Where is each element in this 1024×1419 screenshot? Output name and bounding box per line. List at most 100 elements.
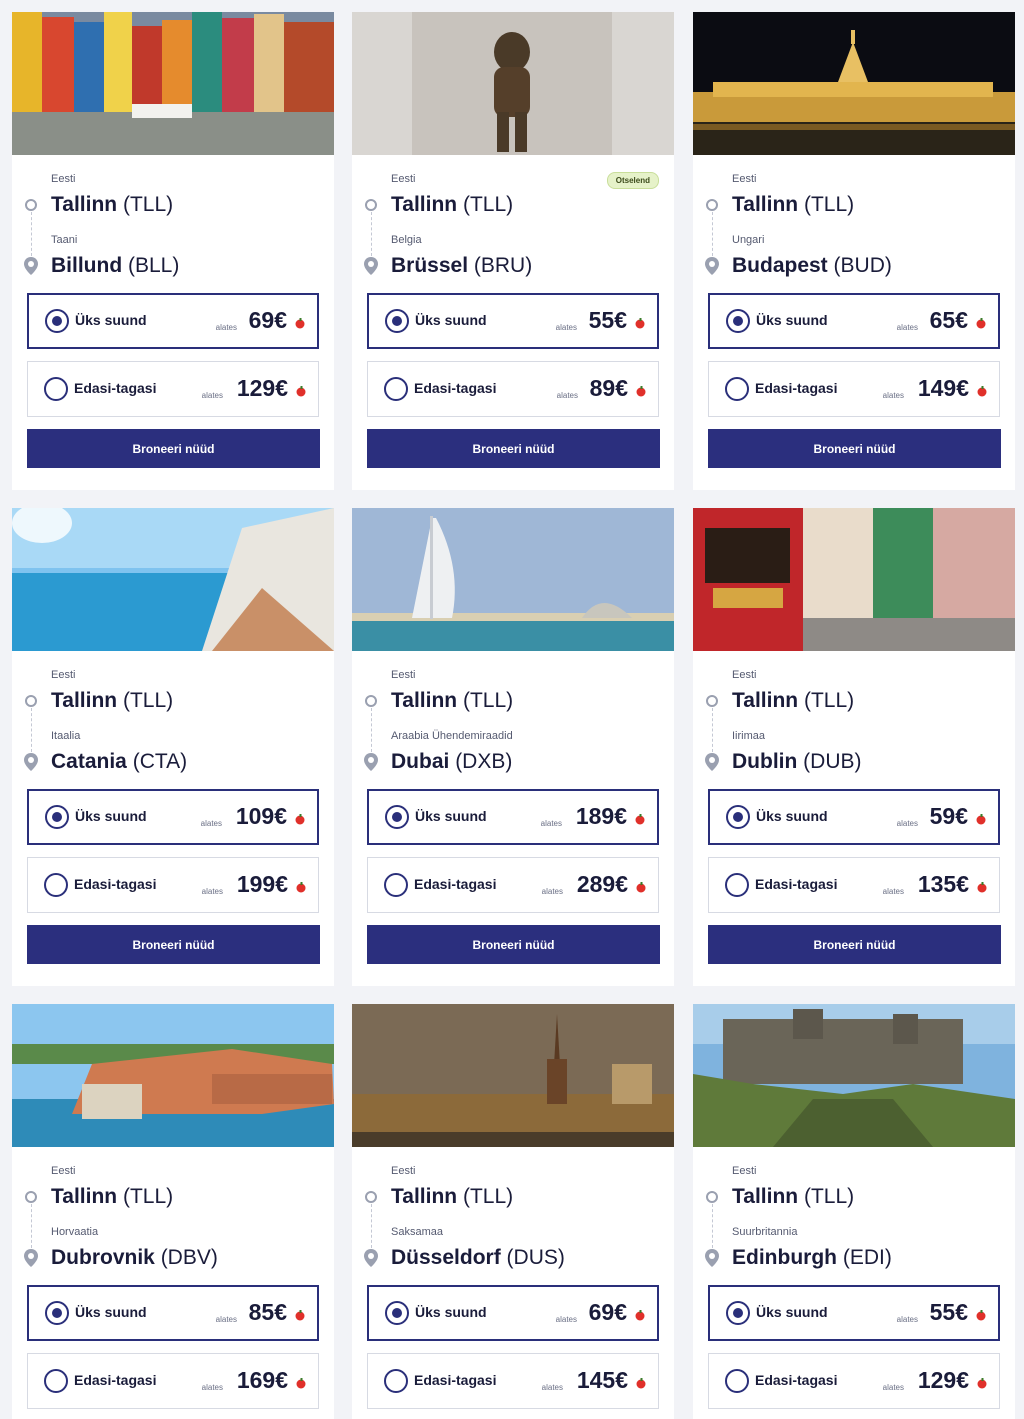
radio-unselected-icon[interactable] — [725, 1369, 749, 1393]
destination-city: Billund (BLL) — [51, 254, 180, 277]
apple-icon — [295, 814, 305, 825]
radio-unselected-icon[interactable] — [384, 873, 408, 897]
radio-unselected-icon[interactable] — [725, 377, 749, 401]
route-info: Eesti Tallinn (TLL) Araabia Ühendemiraad… — [352, 651, 674, 786]
book-now-button[interactable]: Broneeri nüüd — [367, 925, 660, 964]
book-now-button[interactable]: Broneeri nüüd — [367, 429, 660, 468]
round-trip-label: Edasi-tagasi — [414, 876, 497, 892]
location-pin-icon — [705, 1249, 719, 1267]
radio-selected-icon[interactable] — [45, 309, 69, 333]
destination-photo — [693, 1004, 1015, 1147]
route-info: Eesti Tallinn (TLL) Ungari Budapest (BUD… — [693, 155, 1015, 290]
apple-icon — [296, 882, 306, 893]
book-now-button[interactable]: Broneeri nüüd — [27, 925, 320, 964]
destination-country: Suurbritannia — [732, 1226, 798, 1238]
destination-card: Eesti Otselend Tallinn (TLL) Belgia Brüs… — [352, 12, 674, 490]
origin-dot-icon — [25, 695, 37, 707]
one-way-price: 69€ — [588, 1299, 627, 1325]
destination-photo — [693, 12, 1015, 155]
round-trip-option[interactable]: Edasi-tagasi alates 135€ — [708, 857, 1000, 913]
route-dashed-line — [712, 708, 713, 752]
origin-dot-icon — [365, 1191, 377, 1203]
route-info: Eesti Tallinn (TLL) Suurbritannia Edinbu… — [693, 1147, 1015, 1282]
destination-city: Dubai (DXB) — [391, 750, 513, 773]
radio-selected-icon[interactable] — [385, 1301, 409, 1325]
route-info: Eesti Tallinn (TLL) Taani Billund (BLL) — [12, 155, 334, 290]
destination-card: Eesti Tallinn (TLL) Araabia Ühendemiraad… — [352, 508, 674, 986]
route-info: Eesti Tallinn (TLL) Iirimaa Dublin (DUB) — [693, 651, 1015, 786]
one-way-option[interactable]: Üks suund alates 55€ — [367, 293, 659, 349]
from-label: alates — [201, 391, 223, 400]
radio-unselected-icon[interactable] — [384, 1369, 408, 1393]
round-trip-label: Edasi-tagasi — [414, 380, 497, 396]
radio-selected-icon[interactable] — [385, 309, 409, 333]
round-trip-label: Edasi-tagasi — [74, 1372, 157, 1388]
round-trip-option[interactable]: Edasi-tagasi alates 149€ — [708, 361, 1000, 417]
origin-city: Tallinn (TLL) — [732, 193, 855, 216]
apple-icon — [296, 386, 306, 397]
one-way-option[interactable]: Üks suund alates 69€ — [27, 293, 319, 349]
origin-city: Tallinn (TLL) — [732, 1185, 855, 1208]
round-trip-label: Edasi-tagasi — [755, 380, 838, 396]
apple-icon — [295, 318, 305, 329]
radio-unselected-icon[interactable] — [44, 377, 68, 401]
radio-selected-icon[interactable] — [726, 1301, 750, 1325]
destination-card: Eesti Tallinn (TLL) Iirimaa Dublin (DUB)… — [693, 508, 1015, 986]
book-now-button[interactable]: Broneeri nüüd — [27, 429, 320, 468]
round-trip-option[interactable]: Edasi-tagasi alates 129€ — [708, 1353, 1000, 1409]
origin-country: Eesti — [51, 1165, 76, 1177]
radio-unselected-icon[interactable] — [384, 377, 408, 401]
round-trip-label: Edasi-tagasi — [74, 876, 157, 892]
radio-selected-icon[interactable] — [726, 309, 750, 333]
one-way-option[interactable]: Üks suund alates 69€ — [367, 1285, 659, 1341]
origin-country: Eesti — [51, 669, 76, 681]
apple-icon — [636, 882, 646, 893]
destination-country: Iirimaa — [732, 730, 766, 742]
one-way-option[interactable]: Üks suund alates 109€ — [27, 789, 319, 845]
apple-icon — [976, 814, 986, 825]
one-way-label: Üks suund — [756, 312, 828, 328]
from-label: alates — [896, 323, 918, 332]
origin-dot-icon — [365, 695, 377, 707]
destination-photo — [693, 508, 1015, 651]
route-info: Eesti Tallinn (TLL) Itaalia Catania (CTA… — [12, 651, 334, 786]
round-trip-option[interactable]: Edasi-tagasi alates 199€ — [27, 857, 319, 913]
one-way-label: Üks suund — [75, 312, 147, 328]
radio-selected-icon[interactable] — [45, 1301, 69, 1325]
from-label: alates — [200, 819, 222, 828]
book-now-button[interactable]: Broneeri nüüd — [708, 925, 1001, 964]
location-pin-icon — [705, 753, 719, 771]
direct-flight-badge: Otselend — [606, 172, 659, 189]
origin-country: Eesti — [732, 669, 757, 681]
one-way-option[interactable]: Üks suund alates 189€ — [367, 789, 659, 845]
round-trip-option[interactable]: Edasi-tagasi alates 289€ — [367, 857, 659, 913]
round-trip-option[interactable]: Edasi-tagasi alates 145€ — [367, 1353, 659, 1409]
round-trip-option[interactable]: Edasi-tagasi alates 89€ — [367, 361, 659, 417]
radio-selected-icon[interactable] — [385, 805, 409, 829]
origin-city: Tallinn (TLL) — [51, 689, 174, 712]
radio-unselected-icon[interactable] — [44, 1369, 68, 1393]
location-pin-icon — [705, 257, 719, 275]
one-way-option[interactable]: Üks suund alates 65€ — [708, 293, 1000, 349]
radio-unselected-icon[interactable] — [725, 873, 749, 897]
origin-city: Tallinn (TLL) — [51, 193, 174, 216]
radio-selected-icon[interactable] — [726, 805, 750, 829]
origin-city: Tallinn (TLL) — [51, 1185, 174, 1208]
round-trip-option[interactable]: Edasi-tagasi alates 169€ — [27, 1353, 319, 1409]
one-way-label: Üks suund — [415, 808, 487, 824]
one-way-option[interactable]: Üks suund alates 59€ — [708, 789, 1000, 845]
origin-dot-icon — [25, 199, 37, 211]
destination-city: Catania (CTA) — [51, 750, 188, 773]
round-trip-option[interactable]: Edasi-tagasi alates 129€ — [27, 361, 319, 417]
from-label: alates — [882, 1383, 904, 1392]
one-way-option[interactable]: Üks suund alates 55€ — [708, 1285, 1000, 1341]
origin-dot-icon — [706, 1191, 718, 1203]
radio-selected-icon[interactable] — [45, 805, 69, 829]
one-way-option[interactable]: Üks suund alates 85€ — [27, 1285, 319, 1341]
destination-photo — [12, 508, 334, 651]
book-now-button[interactable]: Broneeri nüüd — [708, 429, 1001, 468]
radio-unselected-icon[interactable] — [44, 873, 68, 897]
destination-country: Itaalia — [51, 730, 81, 742]
location-pin-icon — [364, 753, 378, 771]
route-dashed-line — [31, 708, 32, 752]
